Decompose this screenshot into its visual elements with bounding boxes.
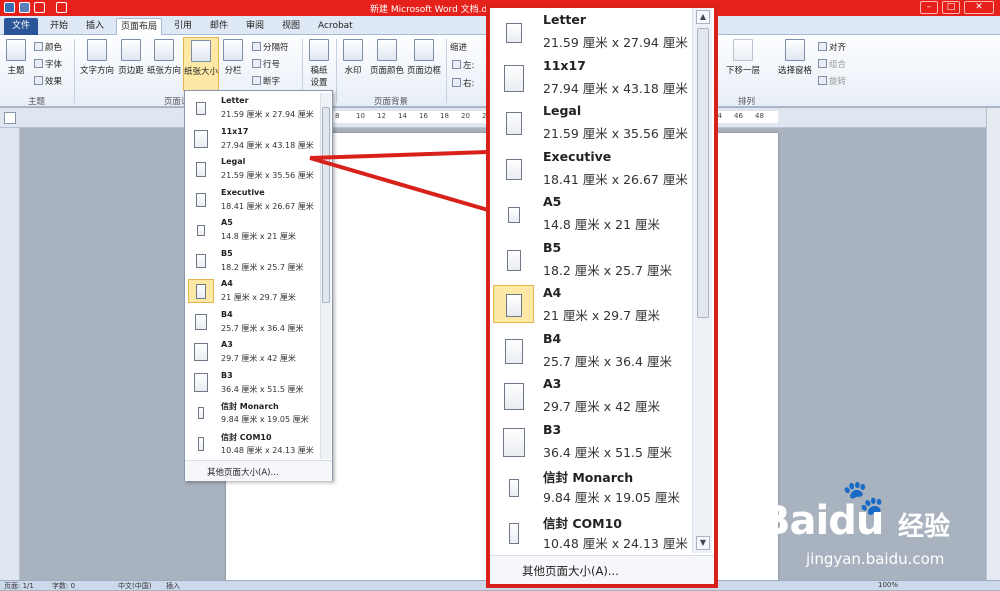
paper-size-dimensions: 18.41 厘米 x 26.67 厘米 [543,171,688,187]
paper-size-option[interactable]: A4 21 厘米 x 29.7 厘米 [490,283,698,328]
paper-size-name: B4 [543,330,562,346]
watermark-product: 经验 [898,512,951,542]
paper-size-name: 11x17 [543,57,586,73]
scroll-up-icon[interactable]: ▲ [696,10,710,24]
paper-page-icon [505,112,523,136]
paper-page-icon [503,64,525,92]
paper-size-name: A4 [543,285,562,300]
paper-size-dimensions: 21.59 厘米 x 27.94 厘米 [543,35,688,50]
paper-page-icon [505,294,523,318]
paper-size-option[interactable]: 信封 Monarch 9.84 厘米 x 19.05 厘米 [490,465,698,510]
paper-page-icon [506,250,522,271]
paper-page-icon [503,383,525,411]
paper-size-dimensions: 9.84 厘米 x 19.05 厘米 [543,490,680,505]
paper-size-dimensions: 25.7 厘米 x 36.4 厘米 [543,353,672,369]
paper-size-dimensions: 36.4 厘米 x 51.5 厘米 [543,444,672,460]
paper-size-dimensions: 29.7 厘米 x 42 厘米 [543,399,661,414]
paper-page-icon [502,427,526,457]
paper-page-icon [504,338,524,364]
zoomed-paper-size-callout: Letter 21.59 厘米 x 27.94 厘米 11x17 27.94 厘米 x… [486,4,718,588]
paper-size-option[interactable]: 信封 COM10 10.48 厘米 x 24.13 厘米 [490,511,698,556]
paper-size-name: A5 [543,194,562,209]
paper-page-icon [505,159,523,180]
zoomed-scroll-thumb[interactable] [697,28,709,318]
paper-size-option[interactable]: Legal 21.59 厘米 x 35.56 厘米 [490,101,698,146]
paper-size-name: B3 [543,421,562,437]
callout-line-bottom [309,156,489,212]
paper-size-option[interactable]: A5 14.8 厘米 x 21 厘米 [490,192,698,237]
watermark-brand-part1: Bai [760,498,829,544]
paper-size-dimensions: 21 厘米 x 29.7 厘米 [543,308,661,323]
paper-size-name: 信封 COM10 [543,515,622,531]
paper-size-name: Legal [543,103,582,118]
baidu-jingyan-watermark: 🐾 Baidu 经验 jingyan.baidu.com [760,478,980,578]
paper-size-option[interactable]: 11x17 27.94 厘米 x 43.18 厘米 [490,56,698,101]
paper-size-name: B5 [543,239,562,255]
paper-size-name: Letter [543,12,587,27]
paper-size-dimensions: 14.8 厘米 x 21 厘米 [543,217,661,232]
paper-size-option[interactable]: B3 36.4 厘米 x 51.5 厘米 [490,420,698,465]
paper-size-dimensions: 21.59 厘米 x 35.56 厘米 [543,126,688,141]
paper-size-name: A3 [543,376,562,391]
zoomed-more-paper-sizes[interactable]: 其他页面大小(A)... [490,555,714,584]
watermark-url: jingyan.baidu.com [806,550,945,568]
paper-size-option[interactable]: Executive 18.41 厘米 x 26.67 厘米 [490,147,698,192]
callout-line-top [309,150,489,160]
paper-page-icon [507,206,521,223]
scroll-down-icon[interactable]: ▼ [696,536,710,550]
watermark-brand-part2: du [828,498,884,544]
paper-size-option[interactable]: Letter 21.59 厘米 x 27.94 厘米 [490,10,698,55]
paper-size-dimensions: 10.48 厘米 x 24.13 厘米 [543,535,688,551]
paper-size-dimensions: 27.94 厘米 x 43.18 厘米 [543,80,688,96]
paper-size-option[interactable]: A3 29.7 厘米 x 42 厘米 [490,374,698,419]
paper-page-icon [505,22,523,43]
zoomed-scrollbar[interactable]: ▲ ▼ [692,8,712,553]
watermark-brand: Baidu [760,498,884,544]
paper-size-option[interactable]: B5 18.2 厘米 x 25.7 厘米 [490,238,698,283]
paper-size-dimensions: 18.2 厘米 x 25.7 厘米 [543,262,672,278]
paper-size-option[interactable]: B4 25.7 厘米 x 36.4 厘米 [490,329,698,374]
paper-page-icon [508,478,520,497]
zoomed-more-paper-sizes-label: 其他页面大小(A)... [522,564,619,578]
paper-page-icon [508,523,520,544]
paper-size-name: 信封 Monarch [543,470,634,485]
paper-size-name: Executive [543,148,612,164]
